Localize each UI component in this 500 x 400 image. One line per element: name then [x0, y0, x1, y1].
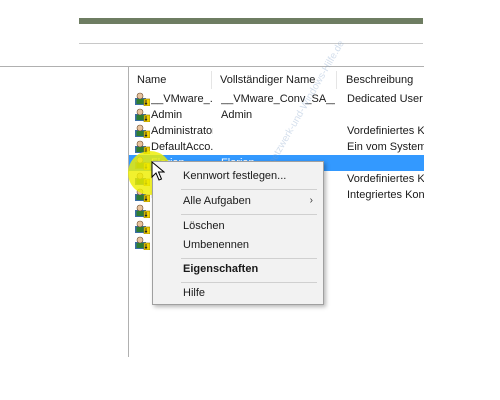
user-icon — [135, 92, 151, 107]
menu-separator — [181, 214, 317, 215]
chevron-right-icon: › — [309, 195, 313, 206]
user-icon — [135, 236, 151, 251]
navigation-pane — [0, 66, 128, 357]
user-row[interactable]: Admin Admin — [129, 107, 424, 123]
user-name-cell: Administrator — [151, 125, 213, 137]
user-description-cell: Vordefiniertes Ko — [347, 173, 424, 185]
toolbar-divider — [79, 43, 423, 44]
user-description-cell: Integriertes Konto — [347, 189, 424, 201]
column-header-name[interactable]: Name — [129, 71, 212, 89]
menu-separator — [181, 189, 317, 190]
user-full-name-cell: Admin — [221, 109, 253, 121]
user-row[interactable]: Administrator Vordefiniertes Ko — [129, 123, 424, 139]
user-name-cell: __VMware_... — [151, 93, 213, 105]
menu-item-set-password[interactable]: Kennwort festlegen... — [153, 166, 323, 186]
user-description-cell: Vordefiniertes Ko — [347, 125, 424, 137]
column-header-description[interactable]: Beschreibung — [338, 71, 424, 89]
menu-item-all-tasks[interactable]: Alle Aufgaben › — [153, 191, 323, 211]
column-headers: Name Vollständiger Name Beschreibung — [129, 71, 424, 89]
context-menu: Kennwort festlegen... Alle Aufgaben › Lö… — [152, 161, 324, 305]
menu-item-all-tasks-label: Alle Aufgaben — [183, 195, 251, 207]
user-icon — [135, 108, 151, 123]
user-description-cell: Ein vom System v — [347, 141, 424, 153]
user-row[interactable]: __VMware_... __VMware_Conv_SA___ Dedicated… — [129, 91, 424, 107]
user-description-cell: Dedicated User to — [347, 93, 424, 105]
user-icon — [135, 204, 151, 219]
menu-item-delete[interactable]: Löschen — [153, 216, 323, 236]
menu-item-rename[interactable]: Umbenennen — [153, 235, 323, 255]
user-name-cell: Admin — [151, 109, 183, 121]
user-icon — [135, 124, 151, 139]
menu-item-help[interactable]: Hilfe — [153, 283, 323, 303]
user-icon — [135, 220, 151, 235]
mouse-cursor-icon — [151, 161, 165, 181]
toolbar-area — [79, 24, 423, 44]
menu-item-properties[interactable]: Eigenschaften — [153, 259, 323, 279]
